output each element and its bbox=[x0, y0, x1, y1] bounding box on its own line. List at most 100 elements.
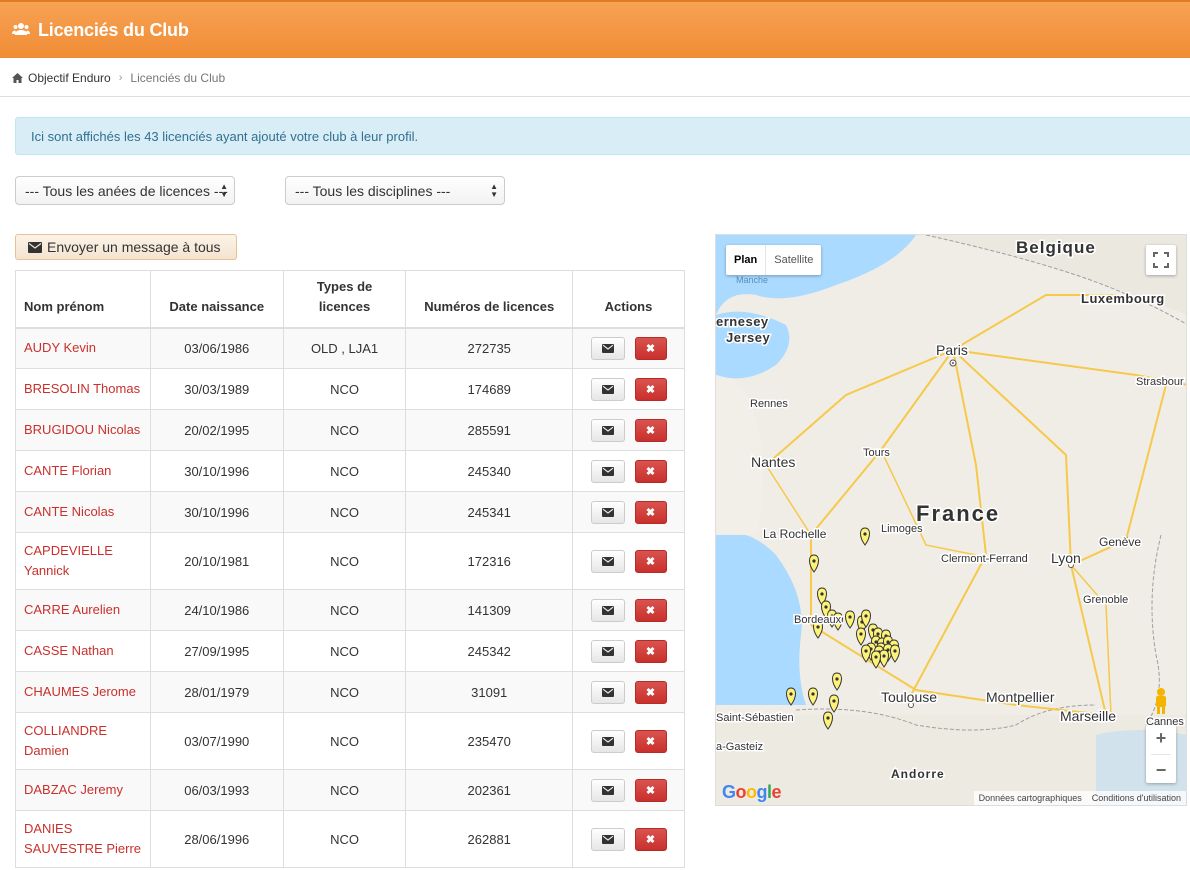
member-name-link[interactable]: CANTE Nicolas bbox=[15, 491, 151, 533]
send-message-button[interactable] bbox=[590, 827, 625, 851]
member-name-link[interactable]: DANIES SAUVESTRE Pierre bbox=[15, 810, 151, 868]
map-label-andorre: Andorre bbox=[891, 767, 945, 781]
table-row: CASSE Nathan 27/09/1995 NCO 245342 ✖ bbox=[15, 630, 685, 672]
table-row: BRUGIDOU Nicolas 20/02/1995 NCO 285591 ✖ bbox=[15, 409, 685, 451]
members-map[interactable]: Belgique Luxembourg ernesey Jersey Paris… bbox=[715, 234, 1187, 806]
send-message-button[interactable] bbox=[590, 500, 625, 524]
delete-member-button[interactable]: ✖ bbox=[634, 500, 667, 524]
member-name-link[interactable]: CARRE Aurelien bbox=[15, 589, 151, 631]
map-fullscreen-button[interactable] bbox=[1146, 245, 1176, 275]
map-label-limoges: Limoges bbox=[881, 523, 923, 535]
map-marker-dot bbox=[824, 605, 828, 609]
table-row: DABZAC Jeremy 06/03/1993 NCO 202361 ✖ bbox=[15, 769, 685, 811]
delete-member-button[interactable]: ✖ bbox=[634, 639, 667, 663]
member-license-number: 31091 bbox=[405, 671, 574, 713]
map-marker-dot bbox=[882, 654, 886, 658]
delete-member-button[interactable]: ✖ bbox=[634, 729, 667, 753]
discipline-filter-select[interactable]: --- Tous les disciplines --- ▲ ▼ bbox=[285, 176, 505, 205]
member-name-link[interactable]: CANTE Florian bbox=[15, 450, 151, 492]
map-marker-pin[interactable] bbox=[860, 527, 870, 546]
delete-member-button[interactable]: ✖ bbox=[634, 827, 667, 851]
envelope-icon bbox=[601, 687, 614, 697]
envelope-icon bbox=[601, 556, 614, 566]
map-marker-pin[interactable] bbox=[856, 627, 866, 646]
delete-member-button[interactable]: ✖ bbox=[634, 377, 667, 401]
member-name-link[interactable]: CHAUMES Jerome bbox=[15, 671, 151, 713]
map-label-clermont-ferrand: Clermont-Ferrand bbox=[941, 553, 1028, 565]
map-attribution-data[interactable]: Données cartographiques bbox=[974, 793, 1087, 803]
member-name-link[interactable]: BRESOLIN Thomas bbox=[15, 368, 151, 410]
page-header: Licenciés du Club bbox=[0, 0, 1190, 58]
table-row: CARRE Aurelien 24/10/1986 NCO 141309 ✖ bbox=[15, 589, 685, 631]
send-message-button[interactable] bbox=[590, 336, 625, 360]
table-row: COLLIANDRE Damien 03/07/1990 NCO 235470 ✖ bbox=[15, 712, 685, 770]
close-icon: ✖ bbox=[645, 833, 656, 846]
member-name-link[interactable]: COLLIANDRE Damien bbox=[15, 712, 151, 770]
year-filter-select[interactable]: --- Tous les anées de licences --- ▲ ▼ bbox=[15, 176, 235, 205]
table-row: BRESOLIN Thomas 30/03/1989 NCO 174689 ✖ bbox=[15, 368, 685, 410]
member-birth-date: 24/10/1986 bbox=[149, 589, 284, 631]
delete-member-button[interactable]: ✖ bbox=[634, 598, 667, 622]
map-label-rennes: Rennes bbox=[750, 398, 788, 410]
table-row: CHAUMES Jerome 28/01/1979 NCO 31091 ✖ bbox=[15, 671, 685, 713]
send-message-button[interactable] bbox=[590, 549, 625, 573]
member-name-link[interactable]: DABZAC Jeremy bbox=[15, 769, 151, 811]
member-name-link[interactable]: BRUGIDOU Nicolas bbox=[15, 409, 151, 451]
zoom-divider bbox=[1151, 753, 1171, 755]
send-message-button[interactable] bbox=[590, 418, 625, 442]
col-header-name: Nom prénom bbox=[15, 270, 151, 329]
map-label-tours: Tours bbox=[863, 447, 890, 459]
map-marker-dot bbox=[826, 716, 830, 720]
member-actions: ✖ bbox=[572, 630, 685, 672]
send-message-button[interactable] bbox=[590, 639, 625, 663]
map-marker-pin[interactable] bbox=[871, 650, 881, 669]
delete-member-button[interactable]: ✖ bbox=[634, 418, 667, 442]
send-message-button[interactable] bbox=[590, 778, 625, 802]
envelope-icon bbox=[601, 425, 614, 435]
map-type-plan-button[interactable]: Plan bbox=[726, 245, 765, 275]
send-message-button[interactable] bbox=[590, 680, 625, 704]
send-message-button[interactable] bbox=[590, 377, 625, 401]
delete-member-button[interactable]: ✖ bbox=[634, 459, 667, 483]
close-icon: ✖ bbox=[645, 555, 656, 568]
close-icon: ✖ bbox=[645, 506, 656, 519]
member-license-number: 245342 bbox=[405, 630, 574, 672]
map-label-geneve: Genève bbox=[1099, 535, 1141, 549]
map-marker-pin[interactable] bbox=[845, 610, 855, 629]
map-attribution-terms[interactable]: Conditions d'utilisation bbox=[1087, 793, 1186, 803]
map-marker-pin[interactable] bbox=[832, 672, 842, 691]
fullscreen-icon bbox=[1153, 252, 1169, 268]
member-name-link[interactable]: AUDY Kevin bbox=[15, 327, 151, 369]
pegman-icon[interactable] bbox=[1152, 687, 1170, 715]
member-birth-date: 06/03/1993 bbox=[149, 769, 284, 811]
send-message-button[interactable] bbox=[590, 598, 625, 622]
member-actions: ✖ bbox=[572, 810, 685, 868]
breadcrumb-home-link[interactable]: Objectif Enduro bbox=[28, 71, 111, 85]
table-row: AUDY Kevin 03/06/1986 OLD , LJA1 272735 ✖ bbox=[15, 327, 685, 369]
member-name-link[interactable]: CAPDEVIELLE Yannick bbox=[15, 532, 151, 590]
envelope-icon bbox=[601, 605, 614, 615]
member-name-link[interactable]: CASSE Nathan bbox=[15, 630, 151, 672]
map-marker-dot bbox=[859, 632, 863, 636]
member-license-number: 285591 bbox=[405, 409, 574, 451]
delete-member-button[interactable]: ✖ bbox=[634, 549, 667, 573]
send-message-button[interactable] bbox=[590, 459, 625, 483]
map-marker-dot bbox=[874, 655, 878, 659]
map-marker-dot bbox=[863, 532, 867, 536]
close-icon: ✖ bbox=[645, 645, 656, 658]
delete-member-button[interactable]: ✖ bbox=[634, 680, 667, 704]
send-message-all-button[interactable]: Envoyer un message à tous bbox=[15, 234, 237, 260]
map-marker-pin[interactable] bbox=[808, 687, 818, 706]
map-zoom-in-button[interactable]: + bbox=[1156, 728, 1167, 749]
map-label-belgique: Belgique bbox=[1016, 238, 1096, 257]
map-marker-pin[interactable] bbox=[890, 644, 900, 663]
delete-member-button[interactable]: ✖ bbox=[634, 336, 667, 360]
member-birth-date: 20/10/1981 bbox=[149, 532, 284, 590]
member-license-types: NCO bbox=[282, 630, 407, 672]
delete-member-button[interactable]: ✖ bbox=[634, 778, 667, 802]
map-marker-pin[interactable] bbox=[861, 644, 871, 663]
map-zoom-out-button[interactable]: − bbox=[1156, 760, 1167, 781]
send-message-button[interactable] bbox=[590, 729, 625, 753]
map-type-satellite-button[interactable]: Satellite bbox=[765, 245, 821, 275]
map-marker-pin[interactable] bbox=[829, 694, 839, 713]
